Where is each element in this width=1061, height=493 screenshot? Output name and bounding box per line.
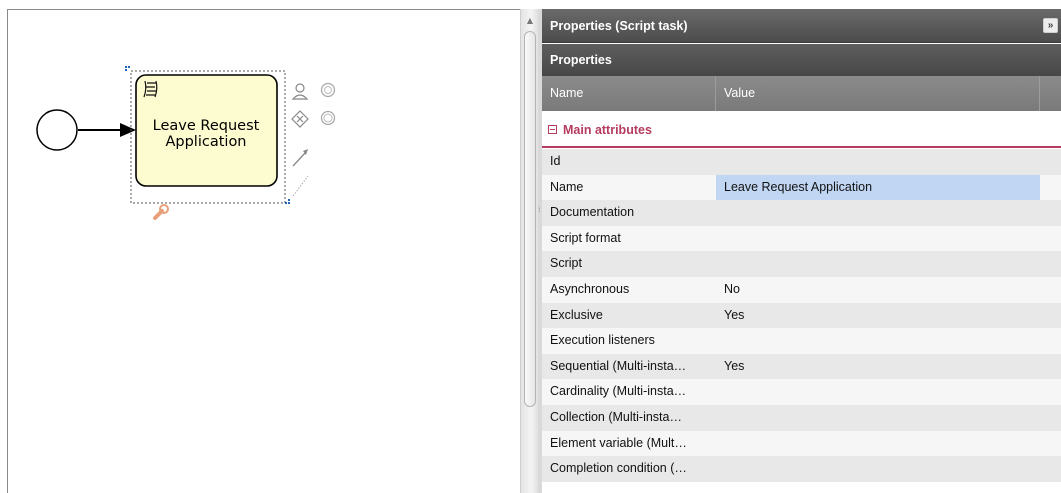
properties-table: Id Name Leave Request Application Docume… xyxy=(542,149,1061,482)
property-value[interactable]: No xyxy=(716,277,1040,303)
property-value[interactable]: Yes xyxy=(716,303,1040,329)
diagram-canvas[interactable]: Leave Request Application xyxy=(7,9,520,493)
property-name: Asynchronous xyxy=(550,281,630,296)
property-name: Sequential (Multi-insta… xyxy=(550,358,687,373)
property-name: Name xyxy=(550,179,584,194)
task-label-line1: Leave Request xyxy=(153,118,260,134)
column-header-value[interactable]: Value xyxy=(716,76,1040,111)
property-row-documentation[interactable]: Documentation xyxy=(542,200,1061,226)
property-row-id[interactable]: Id xyxy=(542,149,1061,175)
property-row-name[interactable]: Name Leave Request Application xyxy=(542,174,1061,201)
sequence-flow[interactable] xyxy=(78,123,136,137)
property-value[interactable] xyxy=(716,251,1040,277)
property-value[interactable] xyxy=(716,431,1040,457)
property-value[interactable] xyxy=(716,379,1040,405)
property-name: Element variable (Mult… xyxy=(550,435,687,450)
scroll-up-icon[interactable]: ▲ xyxy=(524,14,536,28)
property-value[interactable] xyxy=(716,226,1040,252)
properties-column-header: Name Value xyxy=(542,76,1061,111)
property-name: Cardinality (Multi-insta… xyxy=(550,384,687,399)
task-label-line2: Application xyxy=(165,134,246,150)
property-value[interactable]: Leave Request Application xyxy=(716,174,1040,201)
script-task[interactable]: Leave Request Application xyxy=(135,74,278,187)
properties-panel: Properties (Script task) » Properties Na… xyxy=(542,9,1061,493)
property-value[interactable] xyxy=(716,328,1040,354)
canvas-scrollbar[interactable]: ▲ xyxy=(520,9,538,493)
sequence-flow-icon[interactable] xyxy=(292,149,308,167)
panel-title: Properties (Script task) xyxy=(550,19,688,33)
start-event[interactable] xyxy=(36,109,78,151)
property-row-collection[interactable]: Collection (Multi-insta… xyxy=(542,404,1061,431)
diagram-svg: Leave Request Application xyxy=(36,66,336,220)
section-title: Properties xyxy=(550,53,612,67)
splitter-grip-icon: ⁞ xyxy=(538,205,540,214)
property-name: Script xyxy=(550,256,582,271)
panel-title-bar: Properties (Script task) » xyxy=(542,9,1061,43)
group-main-attributes[interactable]: Main attributes xyxy=(542,112,1061,148)
property-value[interactable] xyxy=(716,200,1040,226)
property-name: Completion condition (… xyxy=(550,461,687,476)
property-row-cardinality[interactable]: Cardinality (Multi-insta… xyxy=(542,379,1061,405)
property-row-execution-listeners[interactable]: Execution listeners xyxy=(542,328,1061,354)
property-name: Documentation xyxy=(550,205,635,220)
property-row-element-variable[interactable]: Element variable (Mult… xyxy=(542,430,1061,457)
collapse-toggle-icon[interactable] xyxy=(548,125,557,134)
gateway-icon[interactable] xyxy=(291,110,309,128)
property-value[interactable] xyxy=(716,405,1040,431)
user-icon[interactable] xyxy=(291,83,309,100)
end-event-icon[interactable] xyxy=(320,82,336,98)
property-name: Script format xyxy=(550,230,621,245)
property-name: Exclusive xyxy=(550,307,603,322)
property-value[interactable] xyxy=(716,456,1040,482)
property-name: Id xyxy=(550,154,561,168)
intermediate-event-icon[interactable] xyxy=(320,110,336,126)
collapse-panel-button[interactable]: » xyxy=(1043,18,1058,33)
property-row-exclusive[interactable]: Exclusive Yes xyxy=(542,302,1061,329)
wrench-icon[interactable] xyxy=(153,204,169,220)
property-row-asynchronous[interactable]: Asynchronous No xyxy=(542,276,1061,303)
group-title: Main attributes xyxy=(563,123,652,137)
property-row-script[interactable]: Script xyxy=(542,251,1061,277)
property-row-completion-condition[interactable]: Completion condition (… xyxy=(542,456,1061,482)
property-value[interactable]: Yes xyxy=(716,354,1040,380)
association-icon[interactable] xyxy=(292,175,309,197)
app-window: Leave Request Application ▲ ⁞ Properties… xyxy=(0,0,1061,493)
property-value[interactable] xyxy=(716,149,1040,175)
scrollbar-thumb[interactable] xyxy=(524,31,536,407)
property-row-script-format[interactable]: Script format xyxy=(542,225,1061,252)
property-name: Execution listeners xyxy=(550,333,655,348)
column-header-extra xyxy=(1040,76,1061,111)
column-header-name[interactable]: Name xyxy=(542,76,716,111)
properties-section-header: Properties xyxy=(542,44,1061,76)
property-name: Collection (Multi-insta… xyxy=(550,409,682,424)
property-row-sequential[interactable]: Sequential (Multi-insta… Yes xyxy=(542,353,1061,380)
